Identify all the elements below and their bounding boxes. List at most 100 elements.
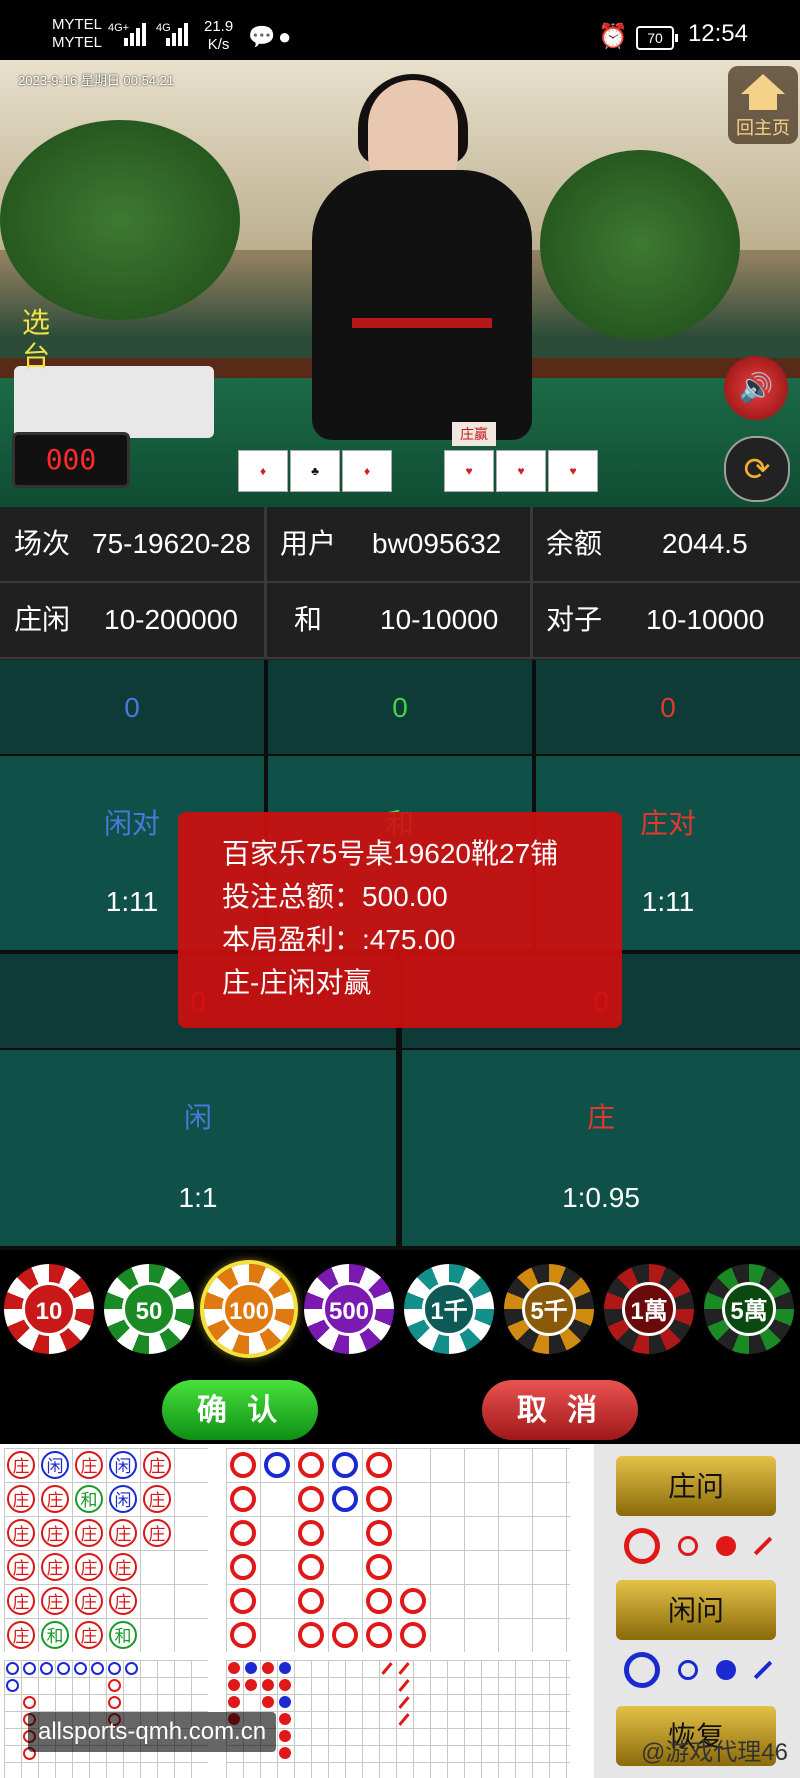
big-road-ring — [264, 1452, 290, 1478]
popup-total-bet: 投注总额：500.00 — [222, 881, 448, 912]
status-bar: MYTEL MYTEL 4G+ 4G 21.9 K/s 💬 ● ⏰ 70 12:… — [0, 0, 800, 60]
small-road-dot — [228, 1679, 240, 1691]
big-road-ring — [366, 1452, 392, 1478]
big-eye-indicator — [624, 1528, 660, 1564]
chip-10k[interactable]: 1萬 — [604, 1264, 694, 1354]
bead-road-cell: 庄 — [7, 1553, 35, 1581]
small-road-dot — [262, 1662, 274, 1674]
chip-value: 100 — [222, 1282, 276, 1336]
tie-amount-cell[interactable]: 0 — [268, 660, 532, 754]
dot-indicator — [716, 1536, 736, 1556]
ask-player-button[interactable]: 闲问 — [616, 1580, 776, 1640]
small-road-dot — [228, 1696, 240, 1708]
bead-road-cell: 庄 — [7, 1451, 35, 1479]
player-pair-amount-cell[interactable]: 0 — [0, 660, 264, 754]
bead-road-cell: 庄 — [143, 1519, 171, 1547]
chip-50k[interactable]: 5萬 — [704, 1264, 794, 1354]
bead-road-cell: 闲 — [109, 1485, 137, 1513]
balance-value: 2044.5 — [662, 528, 748, 559]
big-road-ring — [230, 1520, 256, 1546]
ask-banker-button[interactable]: 庄问 — [616, 1456, 776, 1516]
chip-500[interactable]: 500 — [304, 1264, 394, 1354]
select-table-button[interactable]: 选台 — [16, 306, 56, 374]
popup-table-info: 百家乐75号桌19620靴27铺 — [222, 838, 559, 869]
big-eye-road-ring — [57, 1662, 70, 1675]
bead-road-cell: 闲 — [41, 1451, 69, 1479]
user-value: bw095632 — [372, 528, 502, 559]
card-shoe — [14, 366, 214, 438]
player-bet[interactable]: 闲 1:1 — [0, 1050, 396, 1246]
bead-road-cell: 庄 — [75, 1553, 103, 1581]
small-road-dot — [279, 1747, 291, 1759]
big-eye-road-ring — [74, 1662, 87, 1675]
cockroach-road-slash — [381, 1662, 393, 1675]
bead-road-cell: 庄 — [41, 1519, 69, 1547]
bead-road-cell: 庄 — [41, 1587, 69, 1615]
watermark-account: @游戏代理46 — [640, 1739, 788, 1766]
big-eye-road-ring — [108, 1679, 121, 1692]
big-eye-road-ring — [6, 1662, 19, 1675]
confirm-button[interactable]: 确 认 — [162, 1380, 318, 1440]
big-road-ring — [298, 1520, 324, 1546]
cockroach-road-slash — [398, 1679, 410, 1692]
card: ♥ — [444, 450, 494, 492]
carrier-2: MYTEL — [52, 34, 103, 51]
home-button[interactable]: 回主页 — [728, 66, 798, 144]
popup-profit: 本局盈利：:475.00 — [222, 924, 456, 955]
refresh-button[interactable]: ⟳ — [724, 436, 790, 502]
chip-100[interactable]: 100 — [204, 1264, 294, 1354]
small-road-dot — [279, 1662, 291, 1674]
speed-value: 21.9 — [204, 18, 234, 35]
bead-road-cell: 闲 — [109, 1451, 137, 1479]
cockroach-road-slash — [398, 1713, 410, 1726]
banker-bet[interactable]: 庄 1:0.95 — [402, 1050, 800, 1246]
cockroach-road-slash — [398, 1662, 410, 1675]
carrier-1: MYTEL — [52, 16, 103, 33]
dot-indicator — [716, 1660, 736, 1680]
watermark-url: allsports-qmh.com.cn — [28, 1712, 277, 1752]
bead-road-cell: 庄 — [7, 1587, 35, 1615]
speaker-icon: 🔊 — [738, 372, 774, 403]
chip-1k[interactable]: 1千 — [404, 1264, 494, 1354]
chip-10[interactable]: 10 — [4, 1264, 94, 1354]
carrier-labels: MYTEL MYTEL — [52, 16, 102, 52]
chip-selector: 10 50 100 500 1千 5千 1萬 5萬 — [0, 1250, 800, 1380]
bead-road-cell: 和 — [41, 1621, 69, 1649]
banker-odds: 1:0.95 — [562, 1182, 640, 1213]
home-icon-base — [749, 94, 777, 110]
bead-road-cell: 庄 — [41, 1553, 69, 1581]
small-road-dot — [262, 1679, 274, 1691]
bead-road-cell: 庄 — [143, 1451, 171, 1479]
big-road-ring — [298, 1554, 324, 1580]
big-road-ring — [400, 1588, 426, 1614]
refresh-icon: ⟳ — [743, 451, 771, 487]
bead-road-cell: 庄 — [109, 1553, 137, 1581]
round-result-popup: 百家乐75号桌19620靴27铺 投注总额：500.00 本局盈利：:475.0… — [178, 812, 622, 1028]
big-road-ring — [230, 1554, 256, 1580]
big-road-ring — [298, 1486, 324, 1512]
big-eye-road-ring — [125, 1662, 138, 1675]
small-road-dot — [228, 1662, 240, 1674]
big-eye-road-ring — [6, 1679, 19, 1692]
volume-button[interactable]: 🔊 — [724, 356, 788, 420]
player-odds: 1:1 — [178, 1182, 218, 1213]
big-eye-road-ring — [23, 1662, 36, 1675]
big-road-ring — [366, 1554, 392, 1580]
big-road-ring — [298, 1622, 324, 1648]
chip-value: 1萬 — [622, 1282, 676, 1336]
chip-5k[interactable]: 5千 — [504, 1264, 594, 1354]
bead-road-cell: 庄 — [75, 1451, 103, 1479]
info-row-account: 场次 75-19620-28 用户 bw095632 余额 2044.5 — [0, 507, 800, 583]
message-icon: 💬 — [248, 24, 276, 49]
chip-50[interactable]: 50 — [104, 1264, 194, 1354]
card: ♦ — [238, 450, 288, 492]
cancel-button[interactable]: 取 消 — [482, 1380, 638, 1440]
big-eye-road-ring — [23, 1696, 36, 1709]
bead-road-cell: 庄 — [7, 1621, 35, 1649]
big-eye-road-ring — [40, 1662, 53, 1675]
banker-pair-amount-cell[interactable]: 0 — [536, 660, 800, 754]
big-eye-road-ring — [91, 1662, 104, 1675]
ask-road-panel: 庄问 闲问 恢复 — [594, 1444, 800, 1778]
bead-road-cell: 庄 — [109, 1587, 137, 1615]
banker-ask-indicators — [624, 1528, 774, 1564]
